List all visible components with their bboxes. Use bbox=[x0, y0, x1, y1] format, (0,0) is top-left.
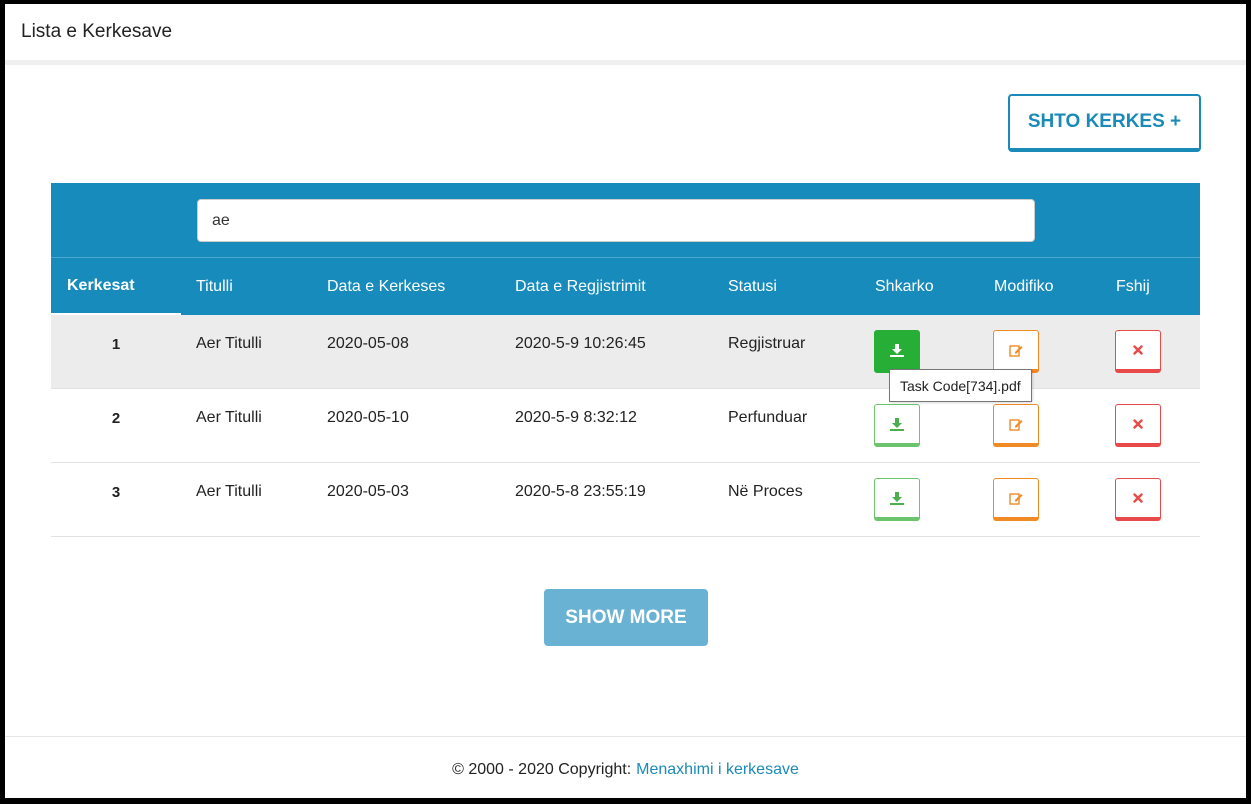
row-title: Aer Titulli bbox=[196, 483, 262, 500]
column-header-statusi[interactable]: Statusi bbox=[728, 258, 777, 315]
column-header-shkarko: Shkarko bbox=[875, 277, 934, 295]
column-header-data-e-regjistrimit[interactable]: Data e Regjistrimit bbox=[515, 258, 646, 315]
download-button[interactable] bbox=[874, 478, 920, 521]
add-request-button[interactable]: SHTO KERKES + bbox=[1008, 94, 1201, 152]
row-status: Perfunduar bbox=[728, 409, 808, 426]
column-header-modifiko: Modifiko bbox=[994, 277, 1054, 295]
download-button[interactable] bbox=[874, 404, 920, 447]
show-more-button[interactable]: SHOW MORE bbox=[544, 589, 708, 646]
row-number: 2 bbox=[111, 409, 121, 427]
column-header-data-e-kerkeses[interactable]: Data e Kerkeses bbox=[327, 258, 445, 315]
table-header: Kerkesat Titulli Data e Kerkeses Data e … bbox=[51, 258, 1200, 315]
download-tooltip: Task Code[734].pdf bbox=[889, 369, 1032, 402]
row-request-date: 2020-05-03 bbox=[327, 483, 409, 500]
edit-button[interactable] bbox=[993, 330, 1039, 373]
row-number: 1 bbox=[111, 335, 121, 353]
app-window: Lista e Kerkesave SHTO KERKES + Kerkesat… bbox=[5, 4, 1246, 798]
edit-button[interactable] bbox=[993, 404, 1039, 447]
footer: © 2000 - 2020 Copyright: Menaxhimi i ker… bbox=[5, 736, 1246, 798]
top-bar: Lista e Kerkesave bbox=[5, 4, 1246, 65]
search-input[interactable] bbox=[197, 199, 1035, 242]
edit-icon bbox=[1009, 492, 1023, 505]
row-title: Aer Titulli bbox=[196, 335, 262, 352]
row-registration-date: 2020-5-9 10:26:45 bbox=[515, 335, 646, 352]
download-icon bbox=[890, 417, 904, 431]
row-title: Aer Titulli bbox=[196, 409, 262, 426]
row-registration-date: 2020-5-8 23:55:19 bbox=[515, 483, 646, 500]
column-header-kerkesat[interactable]: Kerkesat bbox=[51, 258, 181, 315]
row-request-date: 2020-05-10 bbox=[327, 409, 409, 426]
row-status: Regjistruar bbox=[728, 335, 806, 352]
edit-icon bbox=[1009, 344, 1023, 357]
footer-link[interactable]: Menaxhimi i kerkesave bbox=[636, 761, 799, 779]
row-status: Në Proces bbox=[728, 483, 803, 500]
download-icon bbox=[890, 343, 904, 357]
delete-button[interactable] bbox=[1115, 478, 1161, 521]
page-title: Lista e Kerkesave bbox=[21, 21, 173, 42]
column-header-fshij: Fshij bbox=[1116, 277, 1150, 295]
requests-table: Kerkesat Titulli Data e Kerkeses Data e … bbox=[51, 183, 1200, 537]
table-row: 3 Aer Titulli 2020-05-03 2020-5-8 23:55:… bbox=[51, 463, 1200, 537]
column-header-titulli[interactable]: Titulli bbox=[196, 258, 233, 315]
download-icon bbox=[890, 491, 904, 505]
delete-button[interactable] bbox=[1115, 404, 1161, 447]
download-button[interactable] bbox=[874, 330, 920, 373]
edit-icon bbox=[1009, 418, 1023, 431]
row-number: 3 bbox=[111, 483, 121, 501]
close-icon bbox=[1133, 419, 1143, 429]
close-icon bbox=[1133, 345, 1143, 355]
close-icon bbox=[1133, 493, 1143, 503]
edit-button[interactable] bbox=[993, 478, 1039, 521]
footer-copyright: © 2000 - 2020 Copyright: bbox=[452, 760, 632, 778]
search-band bbox=[51, 183, 1200, 258]
row-registration-date: 2020-5-9 8:32:12 bbox=[515, 409, 637, 426]
row-request-date: 2020-05-08 bbox=[327, 335, 409, 352]
delete-button[interactable] bbox=[1115, 330, 1161, 373]
